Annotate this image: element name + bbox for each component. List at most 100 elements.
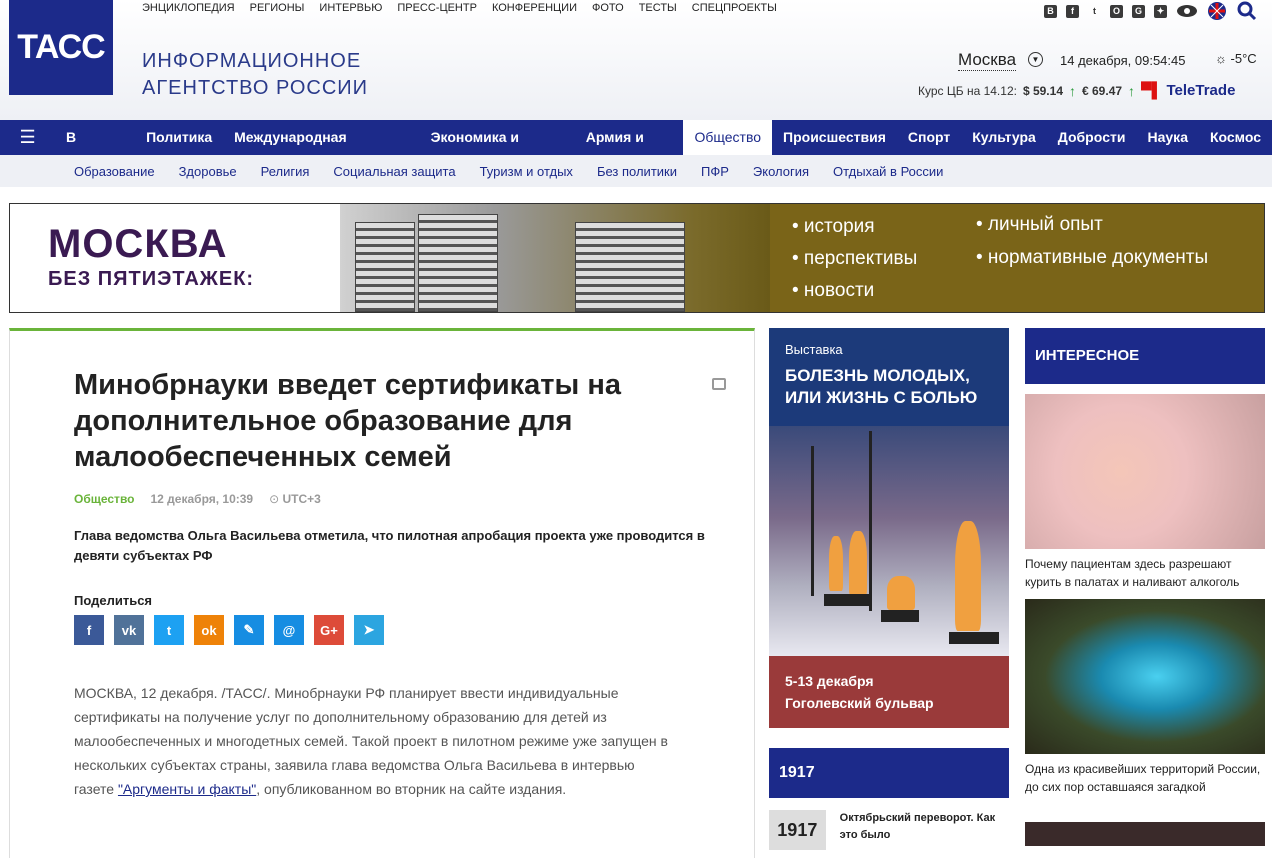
facebook-icon[interactable]: f (1066, 4, 1079, 18)
subnav-pfr[interactable]: ПФР (701, 164, 729, 179)
weather-temp: -5°C (1230, 51, 1257, 66)
nav-sport[interactable]: Спорт (897, 120, 961, 155)
toplink-encyclopedia[interactable]: ЭНЦИКЛОПЕДИЯ (142, 2, 235, 14)
up-arrow-icon: ↑ (1069, 82, 1076, 99)
pedestal (881, 610, 919, 622)
subnav-zdorovye[interactable]: Здоровье (179, 164, 237, 179)
datetime: 14 декабря, 09:54:45 (1060, 53, 1186, 68)
exhibition-title: БОЛЕЗНЬ МОЛОДЫХ, ИЛИ ЖИЗНЬ С БОЛЬЮ (785, 366, 978, 407)
nav-kosmos[interactable]: Космос (1199, 120, 1272, 155)
subnav-otdykhay[interactable]: Отдыхай в России (833, 164, 943, 179)
toplink-tests[interactable]: ТЕСТЫ (639, 2, 677, 14)
share-twitter-icon[interactable]: t (154, 615, 184, 645)
nav-nauka[interactable]: Наука (1137, 120, 1199, 155)
agency-line2: АГЕНТСТВО РОССИИ (142, 77, 369, 99)
english-flag-icon[interactable] (1207, 1, 1227, 21)
tass-logo[interactable]: ТАСС (9, 0, 113, 95)
banner-item-prospects: • перспективы (792, 248, 918, 269)
subnav-social[interactable]: Социальная защита (333, 164, 455, 179)
exhibition-footer: 5-13 декабря Гоголевский бульвар (769, 656, 1009, 728)
nav-politika[interactable]: Политика (135, 120, 223, 155)
share-mailru-icon[interactable]: @ (274, 615, 304, 645)
article-category[interactable]: Общество (74, 492, 135, 506)
section-1917-header[interactable]: 1917 (769, 748, 1009, 798)
toplink-photo[interactable]: ФОТО (592, 2, 624, 14)
googleplus-icon[interactable]: ✦ (1154, 4, 1167, 18)
moscow-banner[interactable]: МОСКВА БЕЗ ПЯТИЭТАЖЕК: • история • личны… (9, 203, 1265, 313)
banner-item-history: • история (792, 216, 875, 237)
lamp-post (811, 446, 814, 596)
lamp-post (869, 431, 872, 611)
article-meta: Общество 12 декабря, 10:39 ⊙ UTC+3 (74, 492, 321, 506)
interesting-card-image[interactable] (1025, 822, 1265, 846)
article-lead: Глава ведомства Ольга Васильева отметила… (74, 528, 705, 563)
odnoklassniki-icon[interactable]: O (1110, 4, 1123, 18)
interesting-header[interactable]: ИНТЕРЕСНОЕ (1025, 328, 1265, 384)
nav-v-strane[interactable]: В стране (55, 120, 135, 180)
toplink-press-center[interactable]: ПРЕСС-ЦЕНТР (397, 2, 477, 14)
chevron-down-icon[interactable]: ▼ (1028, 52, 1043, 67)
share-odnoklassniki-icon[interactable]: ok (194, 615, 224, 645)
building (575, 222, 685, 312)
accessibility-eye-icon[interactable] (1176, 4, 1198, 18)
nav-armiya[interactable]: Армия и ОПК (575, 120, 684, 180)
toplink-regions[interactable]: РЕГИОНЫ (250, 2, 305, 14)
nav-dobrosti[interactable]: Доброcти (1047, 120, 1137, 155)
vk-icon[interactable]: В (1044, 4, 1057, 18)
sculpture (887, 576, 915, 610)
interesting-card-caption: Почему пациентам здесь разрешают курить … (1025, 557, 1240, 589)
aif-link[interactable]: "Аргументы и факты" (118, 781, 256, 797)
search-icon[interactable] (1236, 0, 1258, 22)
usd-rate: $ 59.14 (1022, 83, 1063, 98)
toplink-conferences[interactable]: КОНФЕРЕНЦИИ (492, 2, 577, 14)
subnav-obrazovanie[interactable]: Образование (74, 164, 155, 179)
share-livejournal-icon[interactable]: ✎ (234, 615, 264, 645)
share-facebook-icon[interactable]: f (74, 615, 104, 645)
interesting-card-image (1025, 394, 1265, 549)
banner-item-news: • новости (792, 280, 875, 301)
subnav-bez-politiki[interactable]: Без политики (597, 164, 677, 179)
subnav-religiya[interactable]: Религия (261, 164, 310, 179)
share-label: Поделиться (74, 593, 153, 608)
share-vk-icon[interactable]: vk (114, 615, 144, 645)
twitter-icon[interactable]: t (1088, 5, 1101, 18)
subnav-turizm[interactable]: Туризм и отдых (480, 164, 573, 179)
interesting-card[interactable]: Почему пациентам здесь разрешают курить … (1025, 394, 1265, 591)
teletrade-logo[interactable]: ▀▌ TeleTrade (1141, 82, 1235, 99)
agency-line1: ИНФОРМАЦИОННОЕ (142, 50, 362, 72)
interesting-card-caption: Одна из красивейших территорий России, д… (1025, 762, 1261, 794)
sub-nav: Образование Здоровье Религия Социальная … (0, 155, 1272, 187)
top-links: ЭНЦИКЛОПЕДИЯ РЕГИОНЫ ИНТЕРВЬЮ ПРЕСС-ЦЕНТ… (142, 2, 777, 14)
banner-text: МОСКВА БЕЗ ПЯТИЭТАЖЕК: (10, 204, 340, 312)
banner-item-documents: • нормативные документы (976, 247, 1209, 268)
article-timezone: ⊙ UTC+3 (269, 492, 321, 506)
nav-obshchestvo[interactable]: Общество (683, 120, 773, 155)
banner-title: МОСКВА (48, 222, 228, 266)
exhibition-photo (769, 426, 1009, 656)
toplink-specprojects[interactable]: СПЕЦПРОЕКТЫ (692, 2, 777, 14)
share-googleplus-icon[interactable]: G+ (314, 615, 344, 645)
news-1917-item[interactable]: 1917 Октябрьский переворот. Как это было (769, 810, 1009, 850)
menu-icon[interactable]: ☰ (0, 120, 55, 155)
nav-proisshestviya[interactable]: Происшествия (772, 120, 897, 155)
exhibition-place: Гоголевский бульвар (785, 695, 934, 711)
rates-label: Курс ЦБ на 14.12: (918, 83, 1017, 98)
exhibition-header: Выставка БОЛЕЗНЬ МОЛОДЫХ, ИЛИ ЖИЗНЬ С БО… (769, 328, 1009, 426)
subnav-ekologiya[interactable]: Экология (753, 164, 809, 179)
exchange-rates: Курс ЦБ на 14.12: $ 59.14 ↑ € 69.47 ↑ ▀▌… (918, 82, 1235, 99)
article: Минобрнауки введет сертификаты на дополн… (9, 328, 755, 858)
print-icon[interactable] (712, 378, 726, 390)
nav-ekonomika[interactable]: Экономика и бизнес (420, 120, 575, 180)
interesting-card[interactable]: Одна из красивейших территорий России, д… (1025, 599, 1265, 796)
city-selector[interactable]: Москва (958, 50, 1017, 71)
pedestal (824, 594, 872, 606)
up-arrow-icon: ↑ (1128, 82, 1136, 99)
instagram-icon[interactable]: G (1132, 4, 1145, 18)
nav-kultura[interactable]: Культура (961, 120, 1047, 155)
toplink-interview[interactable]: ИНТЕРВЬЮ (319, 2, 382, 14)
news-1917-title: Октябрьский переворот. Как это было (839, 812, 996, 841)
teletrade-mark-icon: ▀▌ (1141, 82, 1163, 99)
nav-mezhdunarodnaya[interactable]: Международная панорама (223, 120, 419, 180)
exhibition-promo[interactable]: Выставка БОЛЕЗНЬ МОЛОДЫХ, ИЛИ ЖИЗНЬ С БО… (769, 328, 1009, 728)
share-telegram-icon[interactable]: ➤ (354, 615, 384, 645)
